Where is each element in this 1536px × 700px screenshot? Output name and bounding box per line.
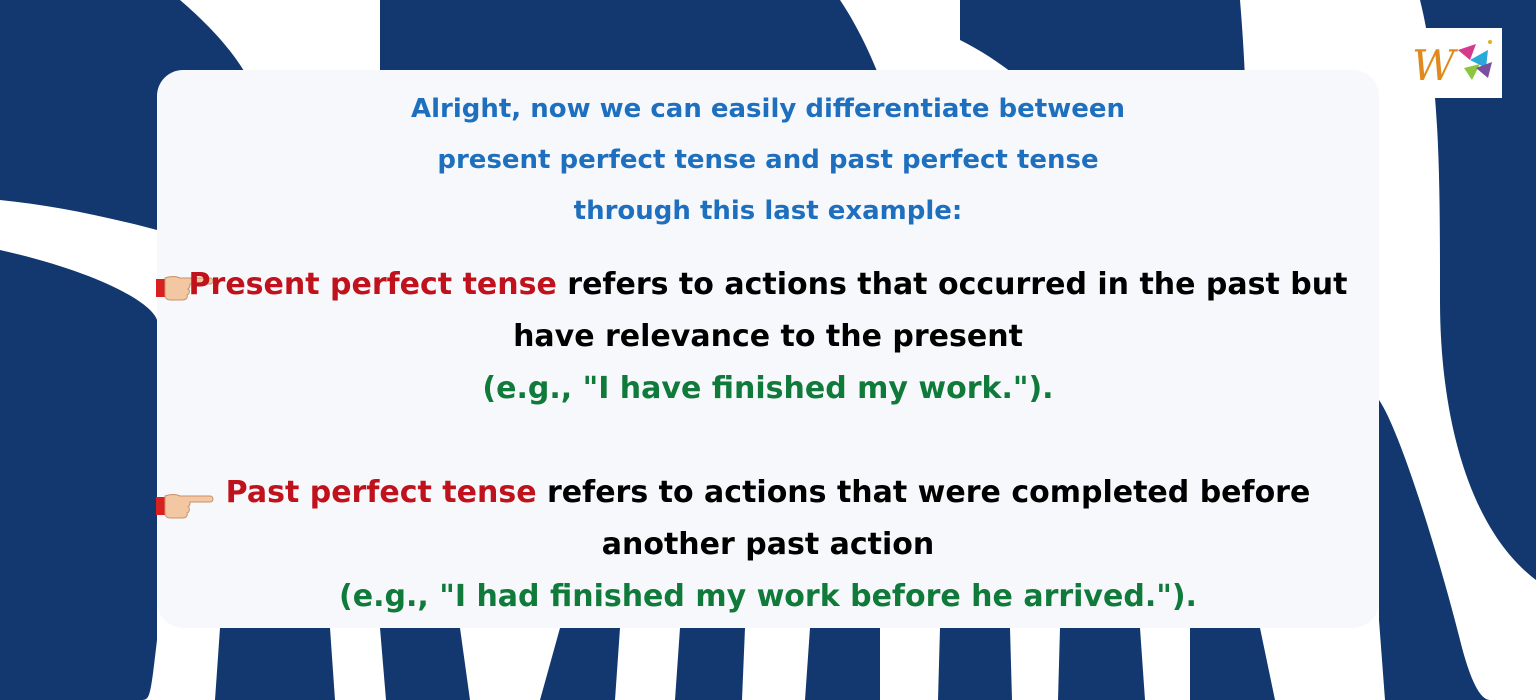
point-present-perfect: Present perfect tense refers to actions … bbox=[157, 259, 1379, 415]
logo: W bbox=[1406, 28, 1502, 98]
example-present-perfect: (e.g., "I have finished my work."). bbox=[482, 371, 1054, 406]
example-past-perfect: (e.g., "I had finished my work before he… bbox=[339, 579, 1197, 614]
point-past-perfect: Past perfect tense refers to actions tha… bbox=[157, 467, 1379, 623]
definition-past-perfect: refers to actions that were completed be… bbox=[536, 475, 1311, 562]
term-past-perfect: Past perfect tense bbox=[225, 475, 537, 510]
definition-present-perfect: refers to actions that occurred in the p… bbox=[513, 267, 1348, 354]
intro-heading: Alright, now we can easily differentiate… bbox=[157, 84, 1379, 237]
term-present-perfect: Present perfect tense bbox=[188, 267, 557, 302]
intro-line-3: through this last example: bbox=[573, 196, 963, 226]
intro-line-1: Alright, now we can easily differentiate… bbox=[410, 94, 1126, 124]
intro-line-2: present perfect tense and past perfect t… bbox=[437, 145, 1099, 175]
svg-text:W: W bbox=[1412, 41, 1459, 90]
